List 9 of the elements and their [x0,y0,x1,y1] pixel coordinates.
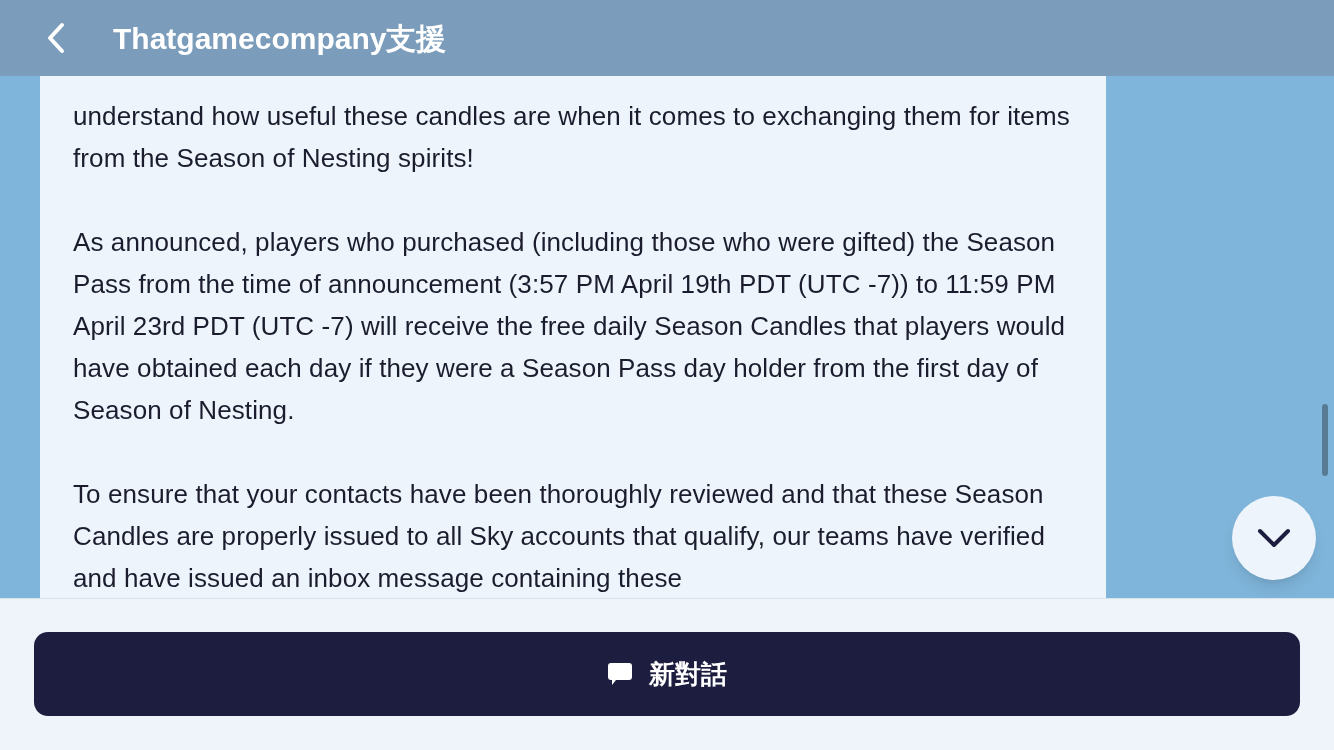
chevron-down-icon [1257,528,1291,548]
scrollbar [1322,404,1328,476]
new-conversation-button[interactable]: 新對話 [34,632,1300,716]
chat-bubble-icon [607,661,633,687]
message-paragraph: understand how useful these candles are when it comes to exchanging them for items from the Season of Nesting spirits! [73,100,1071,175]
header-title: Thatgamecompany支援 [113,20,447,57]
back-icon [46,22,66,54]
message-paragraph: As announced, players who purchased (including those who were gifted) the Season Pass from the time of announcement (3:57 PM April 19th PDT (UTC -7)) to 11:59 PM April 23rd PDT (UTC -7) will receive the free daily Season Candles that players would have obtained each day if they were a Season Pass day holder from the first day of Season of Nesting. [73,226,1067,427]
message-paragraph: To ensure that your contacts have been thoroughly reviewed and that these Season Candles are properly issued to all Sky accounts that qualify, our teams have verified and have issued an inbox message containing these [73,478,1046,595]
